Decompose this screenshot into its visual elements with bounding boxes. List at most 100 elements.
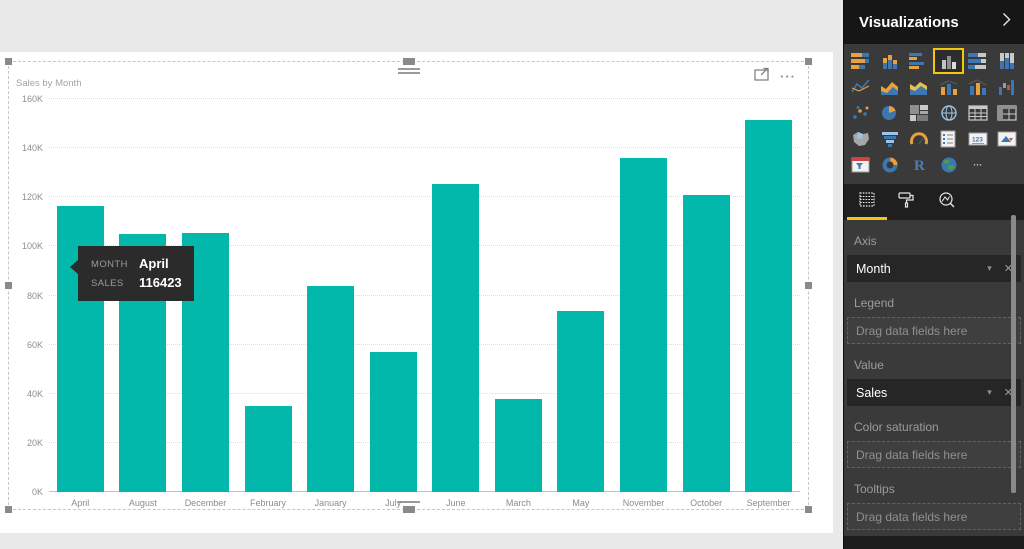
bar-february[interactable] (244, 406, 292, 492)
x-tick-label: March (505, 498, 531, 508)
bar-january[interactable] (307, 285, 355, 492)
well-tooltips: Tooltips Drag data fields here (847, 482, 1021, 530)
clustered-column-chart-icon[interactable] (933, 48, 964, 74)
resize-handle[interactable] (5, 58, 12, 65)
y-tick-label: 160K (21, 94, 43, 104)
table-icon[interactable] (965, 102, 991, 124)
y-tick-label: 20K (26, 437, 43, 448)
area-chart-icon[interactable] (877, 76, 903, 98)
stacked-bar-chart-icon[interactable] (848, 50, 874, 72)
filled-map-icon[interactable] (848, 128, 874, 150)
bar-slot (550, 99, 613, 492)
well-value: Value Sales ▾ ✕ (847, 358, 1021, 406)
card-icon[interactable]: 123 (965, 128, 991, 150)
multi-row-card-icon[interactable] (935, 128, 961, 150)
field-pill-sales[interactable]: Sales ▾ ✕ (847, 379, 1021, 406)
line-and-clustered-column-chart-icon[interactable] (965, 76, 991, 98)
pane-header: Visualizations (844, 0, 1024, 44)
x-tick-label: December (184, 498, 227, 508)
report-page: ··· Sales by Month 0K 20K 40K 60K 80K 100K 120… (0, 52, 833, 533)
chevron-down-icon[interactable]: ▾ (987, 387, 992, 398)
stacked-area-chart-icon[interactable] (906, 76, 932, 98)
field-pill-month[interactable]: Month ▾ ✕ (847, 255, 1021, 282)
bar-october[interactable] (682, 194, 730, 492)
x-tick-label: November (622, 498, 665, 508)
funnel-icon[interactable] (877, 128, 903, 150)
y-tick-label: 100K (21, 241, 43, 252)
bar-may[interactable] (557, 311, 605, 492)
svg-text:R: R (914, 158, 925, 174)
y-tick-label: 120K (21, 192, 43, 203)
bar-slot (362, 99, 425, 492)
matrix-icon[interactable] (994, 102, 1020, 124)
resize-handle[interactable] (5, 506, 12, 513)
field-wells: Axis Month ▾ ✕ Legend Drag data fields here Va… (844, 234, 1024, 530)
well-legend: Legend Drag data fields here (847, 296, 1021, 344)
100-stacked-column-chart-icon[interactable] (994, 50, 1020, 72)
x-tick-label: June (445, 498, 466, 508)
donut-chart-icon[interactable] (877, 154, 903, 176)
treemap-icon[interactable] (906, 102, 932, 124)
line-and-stacked-column-chart-icon[interactable] (935, 76, 961, 98)
100-stacked-bar-chart-icon[interactable] (965, 50, 991, 72)
r-script-visual-icon[interactable]: R (906, 154, 932, 176)
tab-analytics[interactable] (927, 184, 967, 220)
map-icon[interactable] (935, 102, 961, 124)
resize-handle[interactable] (805, 506, 812, 513)
collapse-pane-chevron-icon[interactable] (1002, 12, 1011, 32)
resize-handle[interactable] (805, 58, 812, 65)
resize-handle[interactable] (805, 281, 812, 289)
chart-title: Sales by Month (16, 78, 82, 89)
bar-chart-visual[interactable]: ··· Sales by Month 0K 20K 40K 60K 80K 100K 120… (5, 58, 812, 513)
bar-july[interactable] (369, 352, 417, 492)
pie-chart-icon[interactable] (877, 102, 903, 124)
well-color-saturation: Color saturation Drag data fields here (847, 420, 1021, 468)
bar-slot (675, 99, 738, 492)
waterfall-chart-icon[interactable] (994, 76, 1020, 98)
gauge-icon[interactable] (906, 128, 932, 150)
x-tick-label: January (314, 498, 347, 508)
bar-march[interactable] (494, 398, 542, 492)
clustered-bar-chart-icon[interactable] (906, 50, 932, 72)
analytics-icon (937, 191, 957, 214)
arcgis-map-icon[interactable] (935, 154, 961, 176)
more-options-icon[interactable]: ··· (780, 70, 796, 83)
slicer-icon[interactable] (848, 154, 874, 176)
bar-june[interactable] (432, 183, 480, 492)
y-tick-label: 80K (26, 290, 43, 301)
focus-mode-icon[interactable] (754, 67, 770, 86)
drag-grip-icon[interactable] (397, 68, 420, 76)
dropzone-legend[interactable]: Drag data fields here (847, 317, 1021, 344)
chevron-down-icon[interactable]: ▾ (987, 263, 992, 274)
bar-slot (612, 99, 675, 492)
y-tick-label: 60K (26, 339, 43, 350)
field-name: Month (856, 261, 891, 276)
well-label-axis: Axis (854, 234, 877, 248)
scatter-chart-icon[interactable] (848, 102, 874, 124)
kpi-icon[interactable] (994, 128, 1020, 150)
more-options-icon[interactable]: ··· (965, 154, 991, 176)
bar-september[interactable] (745, 119, 793, 492)
well-label-tooltips: Tooltips (854, 482, 895, 496)
bar-november[interactable] (619, 157, 667, 492)
line-chart-icon[interactable] (848, 76, 874, 98)
pane-bottom-strip (844, 536, 1024, 549)
tab-fields[interactable] (847, 184, 887, 220)
svg-text:123: 123 (972, 137, 983, 144)
x-tick-label: October (690, 498, 723, 508)
x-tick-label: April (71, 498, 90, 508)
dropzone-color-saturation[interactable]: Drag data fields here (847, 441, 1021, 468)
bar-slot (237, 99, 300, 492)
format-icon (897, 191, 917, 214)
bar-slot (299, 99, 362, 492)
y-tick-label: 140K (21, 143, 43, 154)
pane-scrollbar[interactable] (1011, 215, 1016, 493)
tab-format[interactable] (887, 184, 927, 220)
x-tick-label: September (746, 498, 791, 508)
x-tick-label: July (385, 498, 402, 508)
dropzone-tooltips[interactable]: Drag data fields here (847, 503, 1021, 530)
stacked-column-chart-icon[interactable] (877, 50, 903, 72)
resize-handle[interactable] (402, 58, 415, 65)
tooltip-field-value: April (139, 256, 169, 271)
visual-type-gallery: 123 R ··· (844, 44, 1024, 182)
